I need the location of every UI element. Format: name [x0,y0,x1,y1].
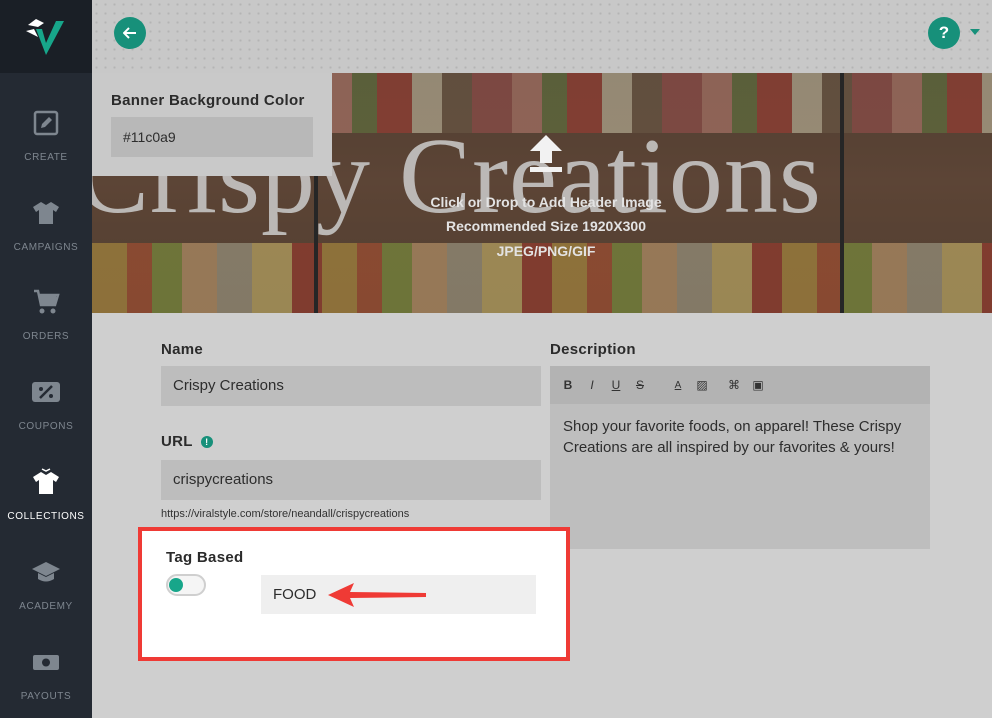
graduation-cap-icon [31,557,61,587]
money-icon [32,647,60,677]
underline-button[interactable]: U [610,378,622,392]
sidebar-item-label: CREATE [24,152,68,163]
arrow-left-icon [123,27,136,39]
font-color-button[interactable]: A [672,380,684,391]
link-button[interactable]: ⌘ [728,378,740,392]
url-label: URL [161,433,193,450]
cart-icon [32,287,60,317]
sidebar-item-label: PAYOUTS [20,691,72,702]
sidebar-item-label: ORDERS [22,331,70,342]
sidebar-item-label: COUPONS [18,421,74,432]
sidebar-item-coupons[interactable]: COUPONS [0,377,92,467]
banner-hint-line: Click or Drop to Add Header Image [430,194,662,210]
help-button[interactable]: ? [928,17,960,49]
coupon-icon [31,377,61,407]
sidebar-item-campaigns[interactable]: CAMPAIGNS [0,198,92,288]
sidebar-item-collections[interactable]: COLLECTIONS [0,467,92,557]
chevron-down-icon[interactable] [970,29,980,35]
banner-color-panel: Banner Background Color #11c0a9 [92,73,332,176]
viralstyle-logo-icon [26,18,64,55]
italic-button[interactable]: I [586,378,598,392]
description-label: Description [550,341,636,358]
sidebar: CREATE CAMPAIGNS ORDERS COUPONS COLLECTI… [0,0,92,718]
tag-based-toggle[interactable] [166,574,206,596]
info-icon[interactable]: ! [200,436,213,448]
sidebar-item-create[interactable]: CREATE [0,108,92,198]
edit-square-icon [33,108,59,138]
banner-color-input[interactable]: #11c0a9 [111,117,313,157]
sidebar-item-label: ACADEMY [19,601,73,612]
back-button[interactable] [114,17,146,49]
arrow-left-annotation-icon [328,583,426,607]
description-editor[interactable]: B I U S A ▨ ⌘ ▣ Shop your favorite foods… [550,366,930,549]
image-button[interactable]: ▣ [752,378,764,392]
sidebar-item-academy[interactable]: ACADEMY [0,557,92,647]
help-label: ? [938,23,950,42]
url-preview: https://viralstyle.com/store/neandall/cr… [161,508,410,520]
upload-icon [530,135,562,172]
strikethrough-button[interactable]: S [634,378,646,392]
collections-shirt-icon [31,467,61,497]
name-label: Name [161,341,204,358]
banner-hint-line: JPEG/PNG/GIF [496,243,596,259]
url-input[interactable]: crispycreations [161,460,541,500]
bold-button[interactable]: B [562,378,574,392]
tag-based-label: Tag Based [166,549,244,566]
tshirt-icon [32,198,60,228]
logo[interactable] [0,0,92,73]
background-color-button[interactable]: ▨ [696,378,708,392]
editor-toolbar: B I U S A ▨ ⌘ ▣ [550,366,930,404]
sidebar-item-orders[interactable]: ORDERS [0,287,92,377]
url-label-row: URL! [161,433,213,450]
toggle-knob [169,578,183,592]
banner-hint-line: Recommended Size 1920X300 [446,218,646,234]
sidebar-item-label: COLLECTIONS [7,511,85,522]
sidebar-item-label: CAMPAIGNS [13,242,79,253]
top-bar: ? [92,0,992,73]
sidebar-item-payouts[interactable]: PAYOUTS [0,647,92,718]
banner-color-label: Banner Background Color [111,92,305,109]
description-text[interactable]: Shop your favorite foods, on apparel! Th… [550,404,930,470]
name-input[interactable]: Crispy Creations [161,366,541,406]
